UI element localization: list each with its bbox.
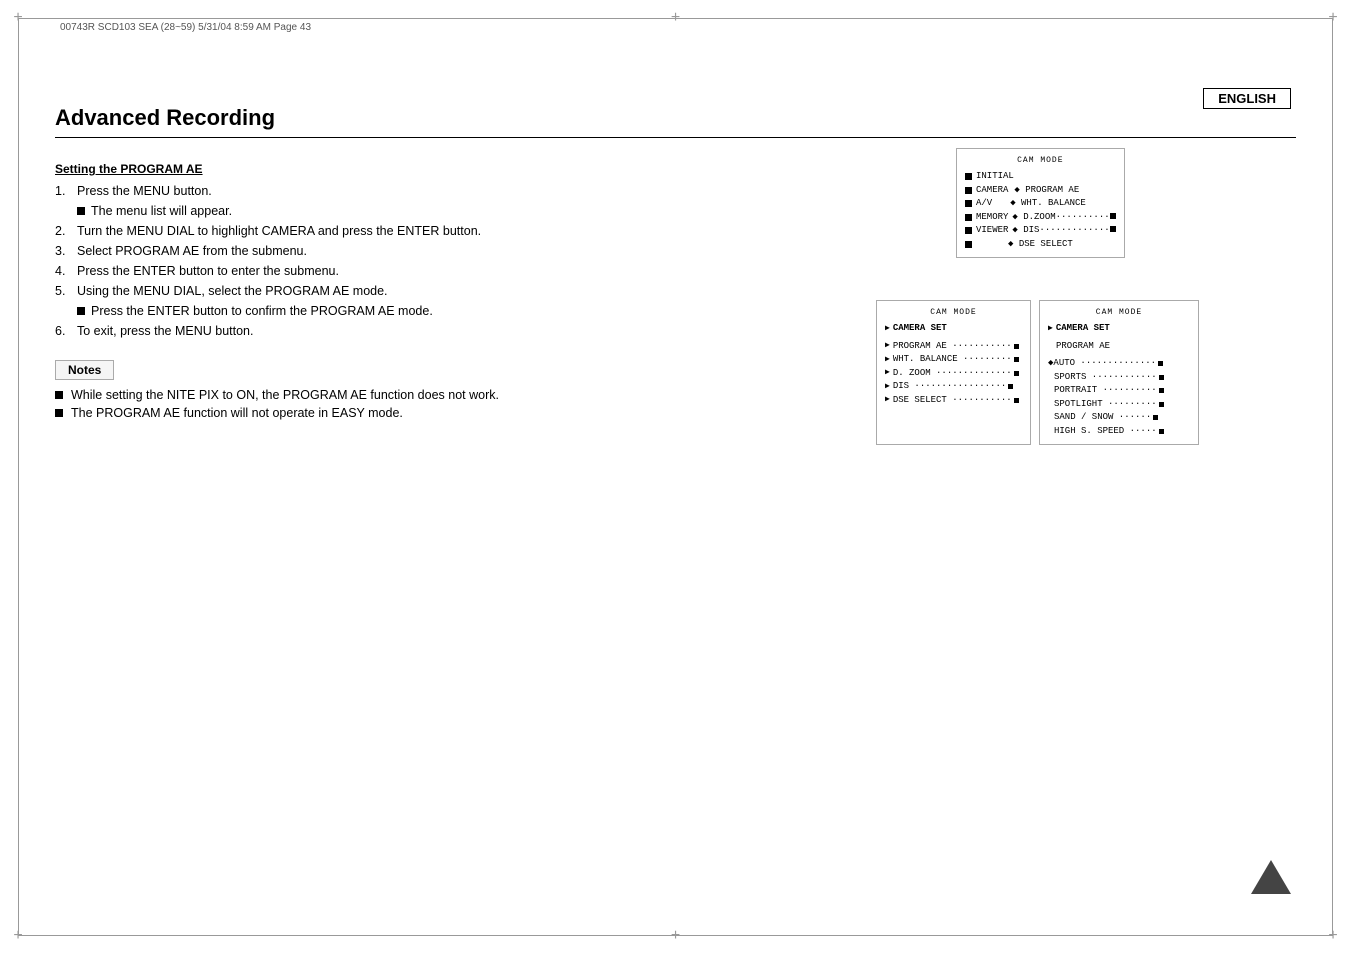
note-text-2: The PROGRAM AE function will not operate… — [71, 406, 403, 420]
menu3-row-6: SPOTLIGHT ········· — [1048, 398, 1190, 412]
menu1-row-5: VIEWER◆ DIS············· — [965, 224, 1116, 238]
crosshair-bottom-right — [1323, 926, 1343, 946]
notes-section: Notes While setting the NITE PIX to ON, … — [55, 360, 856, 420]
menu2-row-6: ▶DSE SELECT ··········· — [885, 394, 1022, 408]
step-5-sub-text: Press the ENTER button to confirm the PR… — [91, 304, 433, 318]
note-bullet-2 — [55, 409, 63, 417]
menu3-row-4: SPORTS ············ — [1048, 371, 1190, 385]
menu3-row-5: PORTRAIT ·········· — [1048, 384, 1190, 398]
notes-list: While setting the NITE PIX to ON, the PR… — [55, 388, 856, 420]
menu2-row-4: ▶D. ZOOM ·············· — [885, 367, 1022, 381]
step-3-num: 3. — [55, 244, 71, 258]
menu2-row-5: ▶DIS ················· — [885, 380, 1022, 394]
step-4-text: Press the ENTER button to enter the subm… — [77, 264, 339, 278]
step-1-text: Press the MENU button. — [77, 184, 212, 198]
menu1-row-1: INITIAL — [965, 170, 1116, 184]
menu2-row-1: ▶CAMERA SET — [885, 322, 1022, 336]
step-1-num: 1. — [55, 184, 71, 198]
step-5-text: Using the MENU DIAL, select the PROGRAM … — [77, 284, 388, 298]
notes-label: Notes — [55, 360, 114, 380]
bullet-icon — [77, 207, 85, 215]
menu-screenshot-3: CAM MODE ▶CAMERA SET PROGRAM AE ◆AUTO ··… — [1039, 300, 1199, 445]
crosshair-top-left — [8, 8, 28, 28]
step-6-text: To exit, press the MENU button. — [77, 324, 253, 338]
menu1-row-2: CAMERA◆ PROGRAM AE — [965, 184, 1116, 198]
step-1-sub: The menu list will appear. — [77, 204, 856, 218]
step-5-sub: Press the ENTER button to confirm the PR… — [77, 304, 856, 318]
step-4: 4. Press the ENTER button to enter the s… — [55, 264, 856, 278]
menu2-row-2: ▶PROGRAM AE ··········· — [885, 340, 1022, 354]
page-title: Advanced Recording — [55, 105, 1296, 138]
step-5: 5. Using the MENU DIAL, select the PROGR… — [55, 284, 856, 298]
right-column: CAM MODE INITIAL CAMERA◆ PROGRAM AE A/V◆… — [876, 148, 1296, 445]
menu3-row-7: SAND / SNOW ······ — [1048, 411, 1190, 425]
crosshair-mid-bottom — [666, 926, 686, 946]
section-heading: Setting the PROGRAM AE — [55, 162, 856, 176]
menu3-row-2: PROGRAM AE — [1048, 340, 1190, 354]
menu1-row-4: MEMORY◆ D.ZOOM·········· — [965, 211, 1116, 225]
menu-screenshot-2: CAM MODE ▶CAMERA SET ▶PROGRAM AE ·······… — [876, 300, 1031, 445]
menu1-row-3: A/V◆ WHT. BALANCE — [965, 197, 1116, 211]
page-number: 43 — [1264, 910, 1277, 924]
note-item-2: The PROGRAM AE function will not operate… — [55, 406, 856, 420]
menu-screenshot-1: CAM MODE INITIAL CAMERA◆ PROGRAM AE A/V◆… — [956, 148, 1125, 258]
border-right — [1332, 18, 1333, 936]
step-2-num: 2. — [55, 224, 71, 238]
step-5-num: 5. — [55, 284, 71, 298]
border-left — [18, 18, 19, 936]
file-info: 00743R SCD103 SEA (28~59) 5/31/04 8:59 A… — [60, 22, 311, 33]
step-4-num: 4. — [55, 264, 71, 278]
step-1: 1. Press the MENU button. — [55, 184, 856, 198]
note-text-1: While setting the NITE PIX to ON, the PR… — [71, 388, 499, 402]
bullet-icon-2 — [77, 307, 85, 315]
menu1-row-6: ◆ DSE SELECT — [965, 238, 1116, 252]
note-item-1: While setting the NITE PIX to ON, the PR… — [55, 388, 856, 402]
menu1-title: CAM MODE — [965, 155, 1116, 167]
main-layout: Setting the PROGRAM AE 1. Press the MENU… — [55, 148, 1296, 445]
left-column: Setting the PROGRAM AE 1. Press the MENU… — [55, 148, 856, 445]
page-triangle — [1251, 860, 1291, 894]
menu3-row-3: ◆AUTO ·············· — [1048, 357, 1190, 371]
crosshair-top-right — [1323, 8, 1343, 28]
step-2: 2. Turn the MENU DIAL to highlight CAMER… — [55, 224, 856, 238]
menu3-row-8: HIGH S. SPEED ····· — [1048, 425, 1190, 439]
step-2-text: Turn the MENU DIAL to highlight CAMERA a… — [77, 224, 481, 238]
step-1-sub-text: The menu list will appear. — [91, 204, 232, 218]
menu3-row-1: ▶CAMERA SET — [1048, 322, 1190, 336]
step-6: 6. To exit, press the MENU button. — [55, 324, 856, 338]
note-bullet-1 — [55, 391, 63, 399]
page-number-container: 43 — [1251, 860, 1291, 894]
step-3-text: Select PROGRAM AE from the submenu. — [77, 244, 307, 258]
menu2-row-3: ▶WHT. BALANCE ········· — [885, 353, 1022, 367]
content-area: Advanced Recording Setting the PROGRAM A… — [55, 105, 1296, 899]
step-6-num: 6. — [55, 324, 71, 338]
menu3-title: CAM MODE — [1048, 307, 1190, 319]
steps-list: 1. Press the MENU button. The menu list … — [55, 184, 856, 338]
menu2-title: CAM MODE — [885, 307, 1022, 319]
crosshair-bottom-left — [8, 926, 28, 946]
step-3: 3. Select PROGRAM AE from the submenu. — [55, 244, 856, 258]
right-menus-row: CAM MODE ▶CAMERA SET ▶PROGRAM AE ·······… — [876, 300, 1199, 445]
crosshair-mid-top — [666, 8, 686, 28]
